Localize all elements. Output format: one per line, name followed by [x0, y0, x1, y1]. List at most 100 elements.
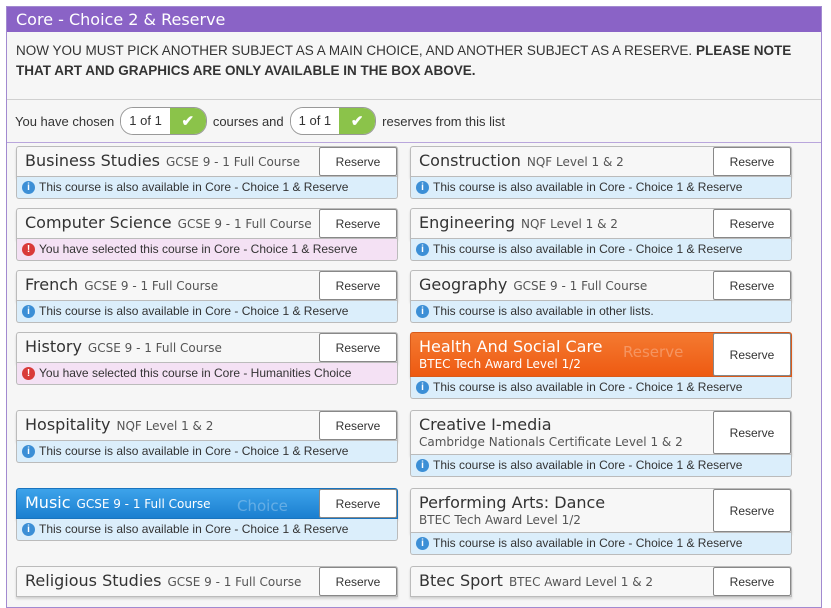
course-name: Btec Sport	[419, 571, 503, 590]
course-info: i This course is also available in Core -…	[16, 301, 398, 323]
course-select[interactable]: French GCSE 9 - 1 Full Course Reserve	[16, 270, 398, 301]
course-select[interactable]: Religious Studies GCSE 9 - 1 Full Course …	[16, 566, 398, 597]
info-icon: i	[22, 523, 35, 536]
reserves-counter: 1 of 1 ✔	[289, 107, 377, 135]
course-info: i This course is also available in Core -…	[16, 519, 398, 541]
reserves-count: 1 of 1	[290, 108, 340, 134]
course-info-text: This course is also available in Core - …	[39, 304, 349, 318]
info-icon: i	[22, 445, 35, 458]
course-card-creative-i-media[interactable]: Creative I-media Cambridge Nationals Cer…	[410, 410, 792, 477]
course-name-wrap: History GCSE 9 - 1 Full Course	[25, 337, 222, 356]
info-icon: i	[416, 537, 429, 550]
course-qualification: BTEC Tech Award Level 1/2	[419, 357, 581, 371]
course-name-wrap: Business Studies GCSE 9 - 1 Full Course	[25, 151, 300, 170]
course-name: Computer Science	[25, 213, 172, 232]
panel-title: Core - Choice 2 & Reserve	[7, 7, 821, 32]
course-info: i This course is also available in other …	[410, 301, 792, 323]
course-card-btec-sport[interactable]: Btec Sport BTEC Award Level 1 & 2 Reserve	[410, 566, 792, 597]
course-info: i This course is also available in Core -…	[410, 239, 792, 261]
course-qualification: GCSE 9 - 1 Full Course	[166, 155, 300, 169]
course-info-text: You have selected this course in Core - …	[39, 242, 358, 256]
course-card-performing-arts-dance[interactable]: Performing Arts: Dance BTEC Tech Award L…	[410, 488, 792, 555]
info-icon: i	[416, 459, 429, 472]
chosen-prefix: You have chosen	[15, 113, 115, 129]
courses-count: 1 of 1	[121, 108, 170, 134]
course-select[interactable]: Btec Sport BTEC Award Level 1 & 2 Reserve	[410, 566, 792, 597]
course-name-wrap: Engineering NQF Level 1 & 2	[419, 213, 618, 232]
reserve-button[interactable]: Reserve	[319, 489, 397, 518]
check-icon: ✔	[339, 108, 376, 134]
course-card-business-studies[interactable]: Business Studies GCSE 9 - 1 Full Course R…	[16, 146, 398, 199]
course-card-french[interactable]: French GCSE 9 - 1 Full Course Reserve i Th…	[16, 270, 398, 323]
info-icon: i	[416, 381, 429, 394]
course-info-text: This course is also available in Core - …	[433, 242, 743, 256]
reserve-button[interactable]: Reserve	[319, 271, 397, 300]
course-qualification: NQF Level 1 & 2	[526, 155, 624, 169]
course-card-health-and-social-care[interactable]: Health And Social Care BTEC Tech Award L…	[410, 332, 792, 399]
course-card-hospitality[interactable]: Hospitality NQF Level 1 & 2 Reserve i This…	[16, 410, 398, 463]
reserve-button[interactable]: Reserve	[713, 489, 791, 532]
course-name: Geography	[419, 275, 508, 294]
reserve-button[interactable]: Reserve	[713, 147, 791, 176]
reserve-button[interactable]: Reserve	[713, 411, 791, 454]
course-name: Music	[25, 493, 71, 512]
reserve-button[interactable]: Reserve	[319, 333, 397, 362]
reserve-button[interactable]: Reserve	[713, 567, 791, 596]
reserve-button[interactable]: Reserve	[319, 147, 397, 176]
course-card-construction[interactable]: Construction NQF Level 1 & 2 Reserve i Thi…	[410, 146, 792, 199]
course-qualification: BTEC Tech Award Level 1/2	[419, 513, 581, 527]
courses-counter: 1 of 1 ✔	[120, 107, 207, 135]
reserve-button[interactable]: Reserve	[319, 411, 397, 440]
choice-watermark: Choice	[237, 497, 288, 515]
reserve-watermark: Reserve	[623, 343, 684, 361]
course-select[interactable]: Creative I-media Cambridge Nationals Cer…	[410, 410, 792, 455]
course-card-computer-science[interactable]: Computer Science GCSE 9 - 1 Full Course R…	[16, 208, 398, 261]
course-card-music[interactable]: Music GCSE 9 - 1 Full Course Choice Reser…	[16, 488, 398, 541]
reserve-button[interactable]: Reserve	[319, 209, 397, 238]
course-qualification: GCSE 9 - 1 Full Course	[177, 217, 312, 231]
course-info-text: This course is also available in Core - …	[433, 380, 743, 394]
course-select[interactable]: Engineering NQF Level 1 & 2 Reserve	[410, 208, 792, 239]
course-name: History	[25, 337, 82, 356]
course-info: i This course is also available in Core -…	[16, 177, 398, 199]
alert-icon: !	[22, 243, 35, 256]
course-name: Creative I-media	[419, 415, 552, 434]
course-card-geography[interactable]: Geography GCSE 9 - 1 Full Course Reserve …	[410, 270, 792, 323]
reserve-button[interactable]: Reserve	[713, 271, 791, 300]
instructions-text: NOW YOU MUST PICK ANOTHER SUBJECT AS A M…	[16, 43, 693, 58]
course-name: Business Studies	[25, 151, 160, 170]
check-icon: ✔	[169, 108, 206, 134]
course-name-wrap: Computer Science GCSE 9 - 1 Full Course	[25, 213, 312, 232]
course-card-engineering[interactable]: Engineering NQF Level 1 & 2 Reserve i This…	[410, 208, 792, 261]
course-qualification: GCSE 9 - 1 Full Course	[84, 279, 219, 293]
course-select[interactable]: Geography GCSE 9 - 1 Full Course Reserve	[410, 270, 792, 301]
course-name: Hospitality	[25, 415, 111, 434]
course-qualification: GCSE 9 - 1 Full Course	[513, 279, 648, 293]
instructions: NOW YOU MUST PICK ANOTHER SUBJECT AS A M…	[7, 32, 821, 100]
course-select[interactable]: Hospitality NQF Level 1 & 2 Reserve	[16, 410, 398, 441]
reserve-button[interactable]: Reserve	[713, 209, 791, 238]
course-select[interactable]: History GCSE 9 - 1 Full Course Reserve	[16, 332, 398, 363]
course-name: Construction	[419, 151, 521, 170]
course-name: Religious Studies	[25, 571, 162, 590]
course-select[interactable]: Health And Social Care BTEC Tech Award L…	[410, 332, 792, 377]
course-select[interactable]: Computer Science GCSE 9 - 1 Full Course R…	[16, 208, 398, 239]
course-name: Engineering	[419, 213, 515, 232]
course-card-religious-studies[interactable]: Religious Studies GCSE 9 - 1 Full Course …	[16, 566, 398, 597]
reserve-button[interactable]: Reserve	[713, 333, 791, 376]
course-warning: ! You have selected this course in Core -…	[16, 363, 398, 385]
course-card-history[interactable]: History GCSE 9 - 1 Full Course Reserve ! Y…	[16, 332, 398, 385]
course-info-text: You have selected this course in Core - …	[39, 366, 352, 380]
course-select[interactable]: Business Studies GCSE 9 - 1 Full Course R…	[16, 146, 398, 177]
course-name-wrap: Btec Sport BTEC Award Level 1 & 2	[419, 571, 653, 590]
info-icon: i	[22, 305, 35, 318]
course-select[interactable]: Construction NQF Level 1 & 2 Reserve	[410, 146, 792, 177]
course-info-text: This course is also available in Core - …	[39, 444, 349, 458]
course-qualification: GCSE 9 - 1 Full Course	[76, 497, 211, 511]
course-info-text: This course is also available in Core - …	[433, 458, 743, 472]
reserve-button[interactable]: Reserve	[319, 567, 397, 596]
course-select[interactable]: Music GCSE 9 - 1 Full Course Choice Reser…	[16, 488, 398, 519]
alert-icon: !	[22, 367, 35, 380]
course-select[interactable]: Performing Arts: Dance BTEC Tech Award L…	[410, 488, 792, 533]
course-info: i This course is also available in Core -…	[410, 177, 792, 199]
